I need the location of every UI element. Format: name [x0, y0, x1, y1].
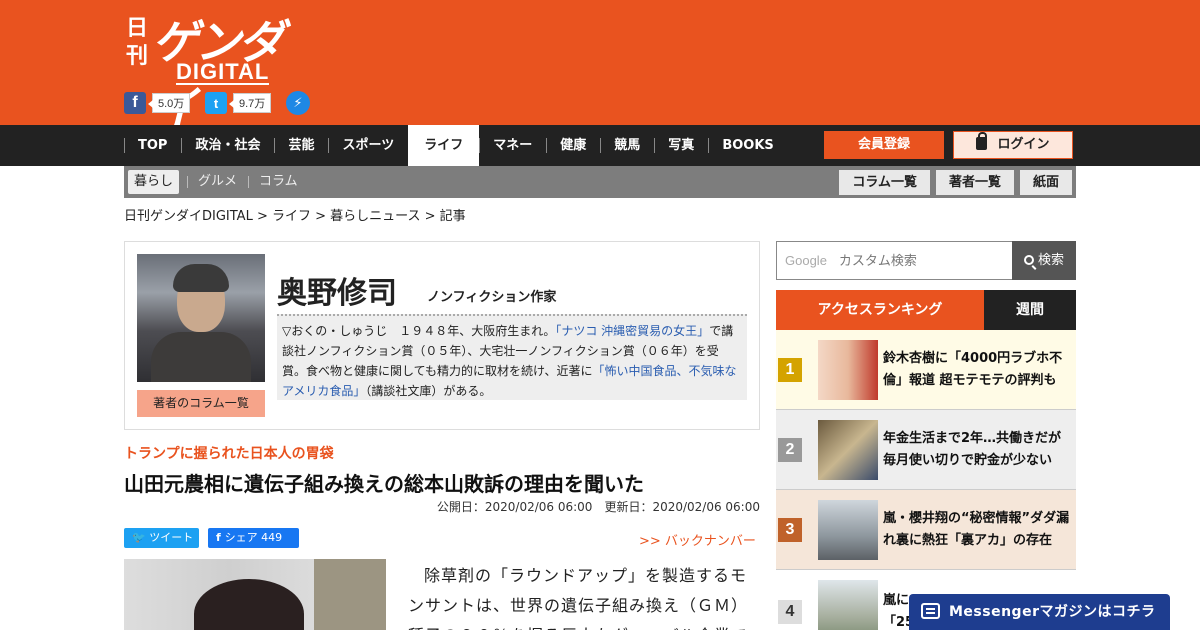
author-photo [137, 254, 265, 382]
rank-number: 2 [778, 438, 802, 462]
nav-top[interactable]: TOP [124, 125, 181, 166]
paper-button[interactable]: 紙面 [1019, 170, 1072, 195]
login-label: ログイン [997, 137, 1050, 152]
article-body: 除草剤の「ラウンドアップ」を製造するモンサントは、世界の遺伝子組み換え（ＧＭ）種… [408, 566, 749, 630]
facebook-icon[interactable]: f [124, 92, 146, 114]
ranking-headline: 嵐・櫻井翔の“秘密情報”ダダ漏れ裏に熱狂「裏アカ」の存在 [883, 511, 1070, 548]
chat-bubble-icon [921, 603, 940, 619]
ranking-header: アクセスランキング 週間 [776, 290, 1076, 330]
facebook-f-icon: f [216, 531, 225, 544]
bio-text-3: （講談社文庫）がある。 [365, 384, 492, 398]
sub-nav: 暮らし グルメ コラム コラム一覧 著者一覧 紙面 [124, 166, 1076, 198]
search-icon [1023, 255, 1034, 265]
facebook-share-button[interactable]: f シェア 449 [208, 528, 299, 548]
nav-keiba[interactable]: 競馬 [600, 125, 654, 166]
rank-number: 1 [778, 358, 802, 382]
logo-nikkan: 日刊 [126, 15, 149, 69]
nav-books[interactable]: BOOKS [708, 125, 787, 166]
updated-date: 更新日：2020/02/06 06:00 [604, 500, 760, 514]
ranking-thumbnail [818, 420, 878, 480]
subnav-kurashi[interactable]: 暮らし [128, 170, 180, 194]
ranking-thumbnail [818, 340, 878, 400]
nav-politics[interactable]: 政治・社会 [181, 125, 274, 166]
nav-health[interactable]: 健康 [546, 125, 600, 166]
logo-digital: DIGITAL [176, 59, 270, 85]
subnav-gourmet[interactable]: グルメ [187, 170, 248, 194]
article-title: 山田元農相に遺伝子組み換えの総本山敗訴の理由を聞いた [124, 472, 644, 496]
messenger-magazine-button[interactable]: Messengerマガジンはコチラ [909, 594, 1170, 630]
ranking-item[interactable]: 1 鈴木杏樹に「4000円ラブホ不倫」報道 超モテモテの評判も [776, 330, 1076, 410]
twitter-count: 9.7万 [228, 93, 272, 113]
ranking-thumbnail [818, 500, 878, 560]
breadcrumb[interactable]: 日刊ゲンダイDIGITAL > ライフ > 暮らしニュース > 記事 [124, 205, 466, 224]
site-logo[interactable]: 日刊 ゲンダイ DIGITAL [126, 10, 306, 135]
author-bio: ▽おくの・しゅうじ １９４８年、大阪府生まれ。「ナツコ 沖縄密貿易の女王」で講談… [277, 314, 747, 400]
search-box: Google カスタム検索 検索 [776, 241, 1076, 280]
login-button[interactable]: ログイン [953, 131, 1073, 159]
lock-icon [976, 132, 988, 150]
search-button[interactable]: 検索 [1012, 241, 1076, 280]
article-kicker[interactable]: トランプに握られた日本人の胃袋 [124, 443, 334, 463]
nav-money[interactable]: マネー [479, 125, 546, 166]
twitter-share[interactable]: t 9.7万 [205, 91, 272, 115]
nav-life[interactable]: ライフ [408, 125, 480, 166]
nav-photo[interactable]: 写真 [654, 125, 708, 166]
author-box: 著者のコラム一覧 奥野修司 ノンフィクション作家 ▽おくの・しゅうじ １９４８年… [124, 241, 760, 430]
subnav-column[interactable]: コラム [248, 170, 309, 194]
rank-number: 3 [778, 518, 802, 542]
ranking-item[interactable]: 2 年金生活まで2年…共働きだが毎月使い切りで貯金が少ない [776, 410, 1076, 490]
bio-book-link-1[interactable]: 「ナツコ 沖縄密貿易の女王」 [555, 324, 709, 338]
published-date: 公開日：2020/02/06 06:00 [436, 500, 593, 514]
ranking-thumbnail [818, 580, 878, 630]
nav-entertainment[interactable]: 芸能 [274, 125, 328, 166]
site-header: 日刊 ゲンダイ DIGITAL f 5.0万 t 9.7万 ⚡ [0, 0, 1200, 135]
article-photo [124, 559, 386, 630]
column-list-button[interactable]: コラム一覧 [839, 170, 930, 195]
ranking-item[interactable]: 3 嵐・櫻井翔の“秘密情報”ダダ漏れ裏に熱狂「裏アカ」の存在 [776, 490, 1076, 570]
twitter-icon[interactable]: t [205, 92, 227, 114]
share-label: シェア 449 [224, 531, 283, 544]
author-column-list-button[interactable]: 著者のコラム一覧 [137, 390, 265, 417]
ranking-title: アクセスランキング [776, 290, 984, 330]
ranking-tab-weekly[interactable]: 週間 [984, 290, 1076, 330]
facebook-count: 5.0万 [147, 93, 191, 113]
author-list-button[interactable]: 著者一覧 [935, 170, 1014, 195]
tweet-button[interactable]: 🐦 ツイート [124, 528, 199, 548]
search-button-label: 検索 [1037, 253, 1064, 268]
article-dates: 公開日：2020/02/06 06:00 更新日：2020/02/06 06:00 [437, 498, 760, 515]
ranking-headline: 年金生活まで2年…共働きだが毎月使い切りで貯金が少ない [883, 431, 1062, 468]
ranking-headline: 鈴木杏樹に「4000円ラブホ不倫」報道 超モテモテの評判も [883, 351, 1063, 388]
tweet-label: ツイート [149, 531, 194, 544]
messenger-icon[interactable]: ⚡ [286, 91, 310, 115]
author-role: ノンフィクション作家 [427, 290, 557, 305]
main-nav: TOP 政治・社会 芸能 スポーツ ライフ マネー 健康 競馬 写真 BOOKS… [0, 125, 1200, 166]
bio-text-1: ▽おくの・しゅうじ １９４８年、大阪府生まれ。 [282, 324, 556, 338]
rank-number: 4 [778, 600, 802, 624]
facebook-share[interactable]: f 5.0万 [124, 91, 191, 115]
google-brand: Google [785, 253, 827, 268]
search-placeholder: カスタム検索 [838, 254, 917, 269]
twitter-bird-icon: 🐦 [132, 531, 150, 544]
nav-sports[interactable]: スポーツ [328, 125, 408, 166]
messenger-link[interactable]: ⚡ [286, 91, 310, 115]
search-input[interactable]: Google カスタム検索 [776, 241, 1013, 280]
messenger-label: Messengerマガジンはコチラ [949, 604, 1156, 620]
back-number-link[interactable]: >> バックナンバー [639, 530, 756, 549]
register-button[interactable]: 会員登録 [824, 131, 944, 159]
author-name: 奥野修司 [277, 276, 397, 311]
